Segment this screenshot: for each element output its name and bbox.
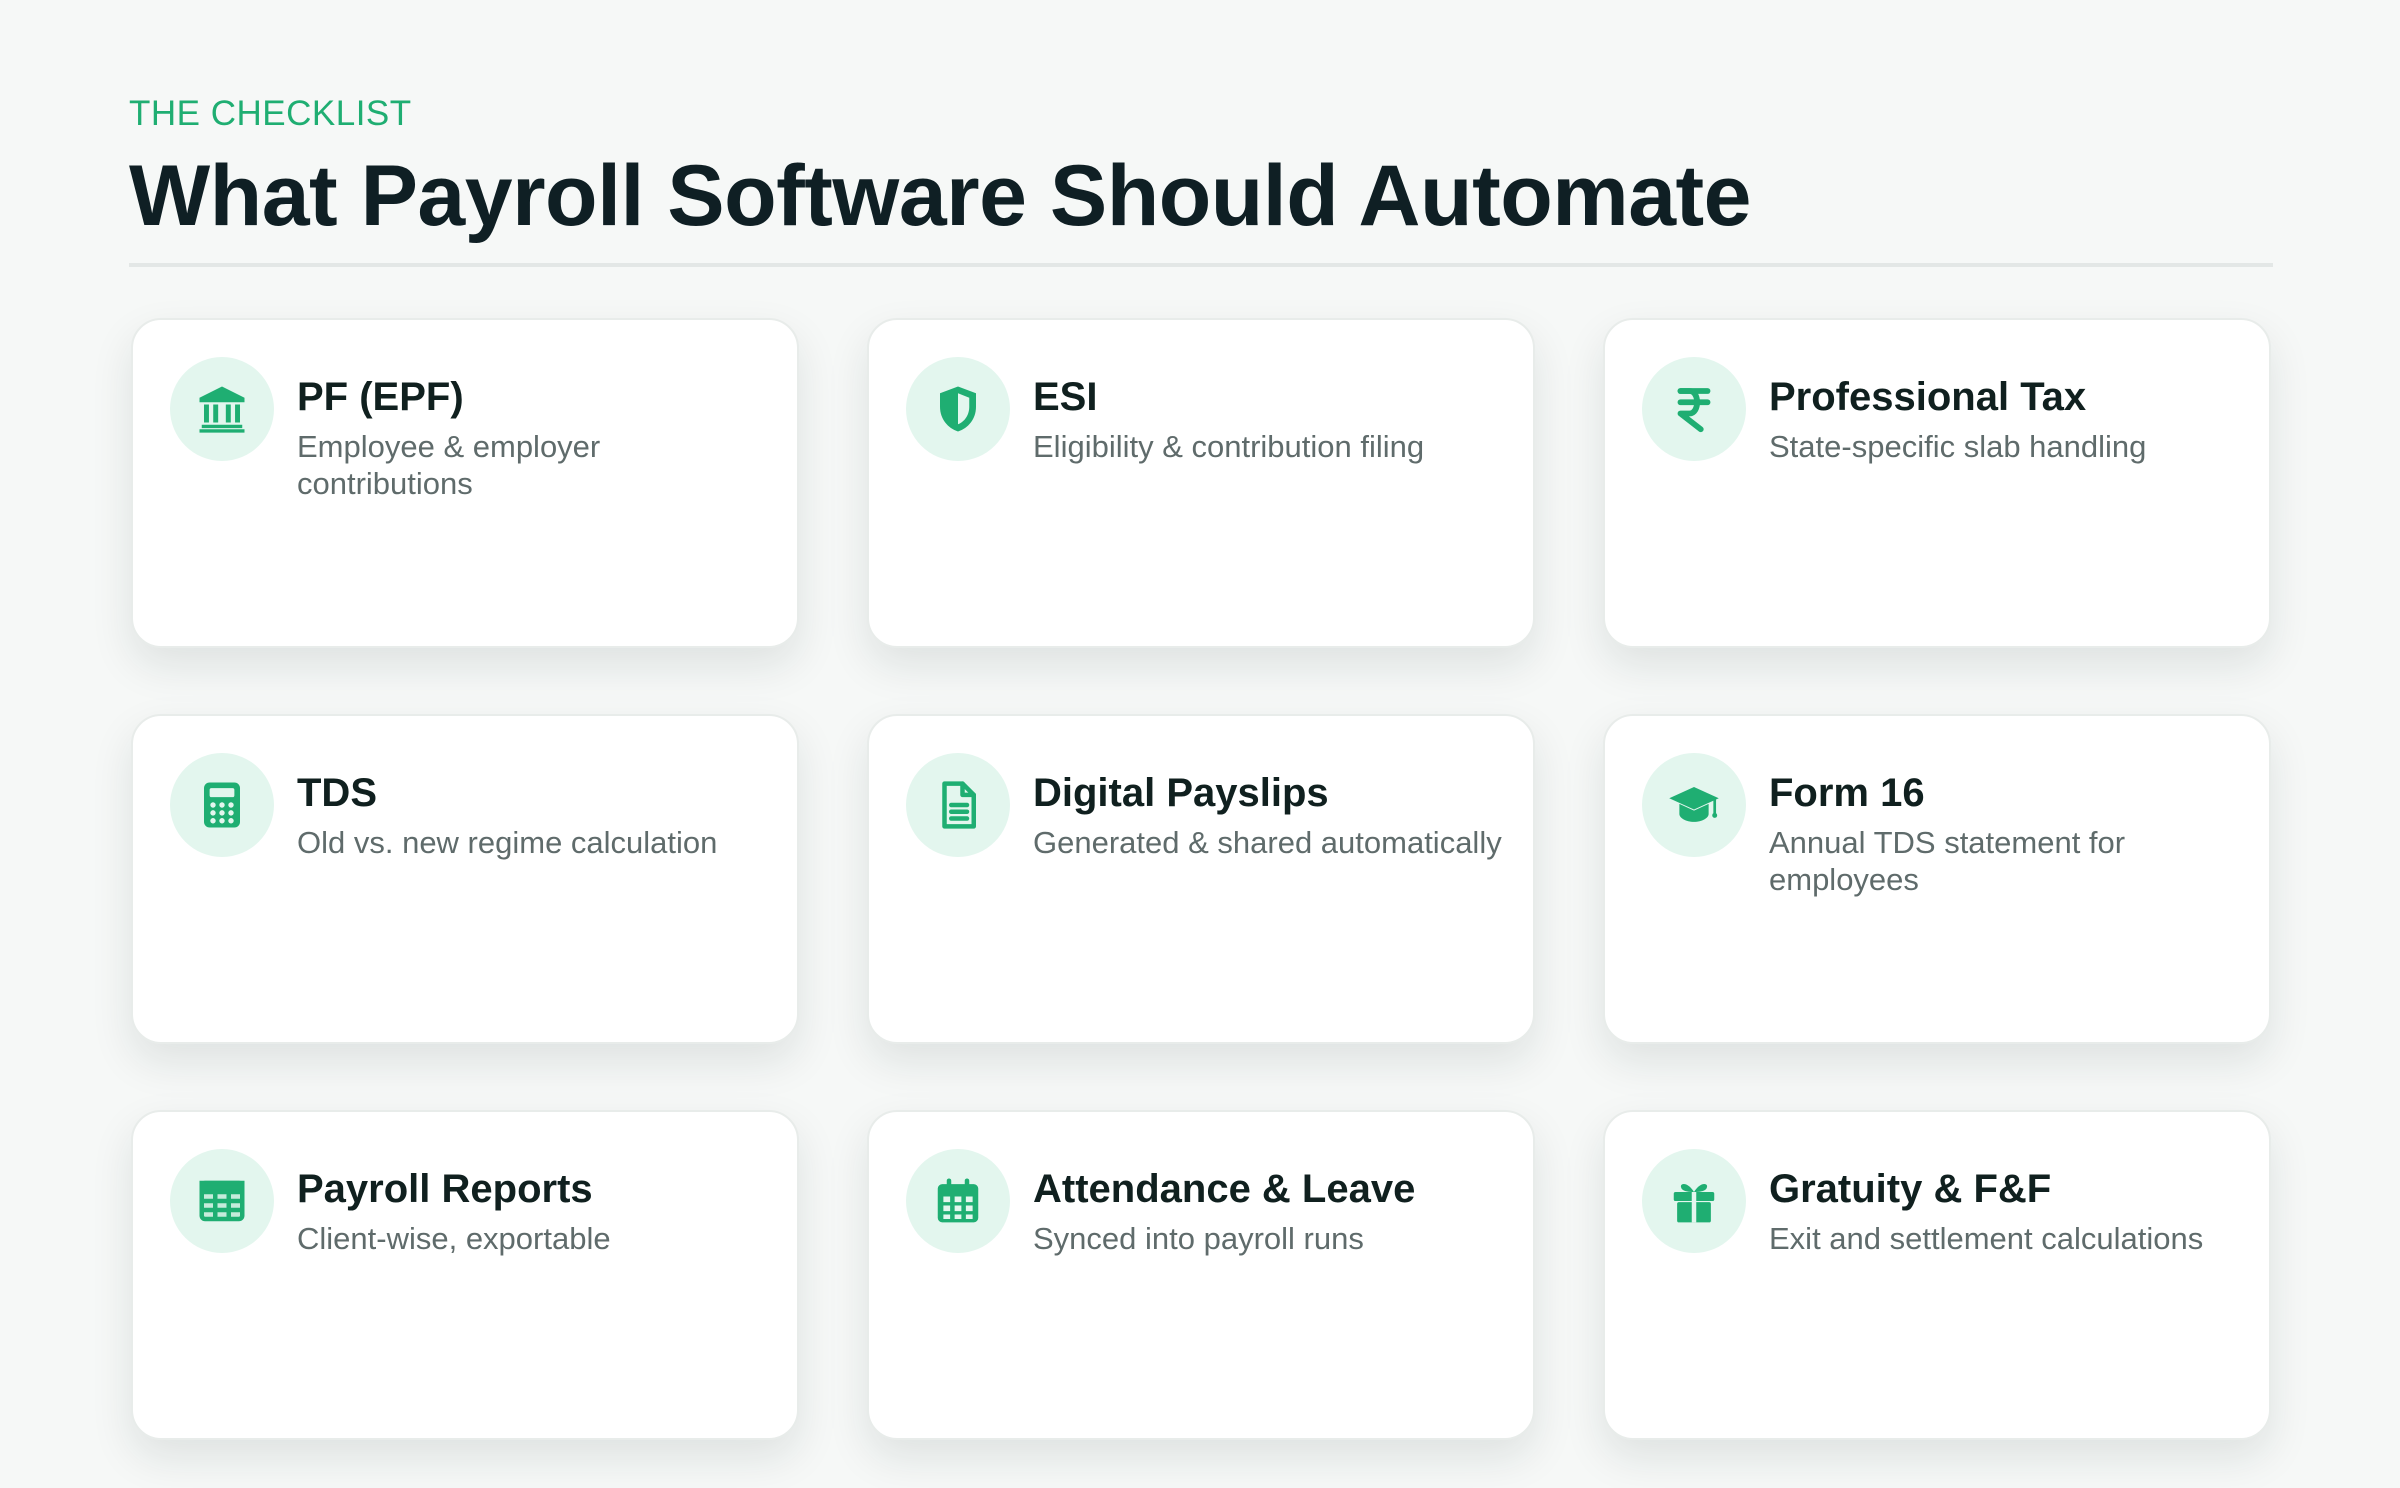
card-title: Gratuity & F&F	[1769, 1167, 2052, 1211]
checklist-grid: PF (EPF) Employee & employer contributio…	[131, 318, 2271, 1440]
checklist-card-payroll-reports: Payroll Reports Client-wise, exportable	[131, 1110, 799, 1440]
header-divider	[129, 263, 2273, 267]
graduation-cap-icon	[1642, 753, 1746, 857]
checklist-card-esi: ESI Eligibility & contribution filing	[867, 318, 1535, 648]
checklist-card-form-16: Form 16 Annual TDS statement for employe…	[1603, 714, 2271, 1044]
rupee-icon	[1642, 357, 1746, 461]
gift-icon	[1642, 1149, 1746, 1253]
page-header: THE CHECKLIST What Payroll Software Shou…	[129, 90, 2273, 246]
page-title: What Payroll Software Should Automate	[129, 148, 1752, 244]
card-description: Synced into payroll runs	[1033, 1221, 1364, 1256]
calendar-icon	[906, 1149, 1010, 1253]
checklist-card-professional-tax: Professional Tax State-specific slab han…	[1603, 318, 2271, 648]
section-eyebrow: THE CHECKLIST	[129, 94, 412, 133]
checklist-card-attendance-leave: Attendance & Leave Synced into payroll r…	[867, 1110, 1535, 1440]
card-title: Digital Payslips	[1033, 771, 1329, 815]
document-icon	[906, 753, 1010, 857]
card-description: Client-wise, exportable	[297, 1221, 611, 1256]
card-title: ESI	[1033, 375, 1098, 419]
checklist-card-gratuity: Gratuity & F&F Exit and settlement calcu…	[1603, 1110, 2271, 1440]
card-description: State-specific slab handling	[1769, 429, 2147, 464]
card-title: Form 16	[1769, 771, 1925, 815]
checklist-card-digital-payslips: Digital Payslips Generated & shared auto…	[867, 714, 1535, 1044]
card-description: Generated & shared automatically	[1033, 825, 1502, 860]
card-description: Eligibility & contribution filing	[1033, 429, 1425, 464]
bank-icon	[170, 357, 274, 461]
checklist-card-pf: PF (EPF) Employee & employer contributio…	[131, 318, 799, 648]
calculator-icon	[170, 753, 274, 857]
card-description: Annual TDS statement for employees	[1769, 825, 2126, 897]
card-description: Old vs. new regime calculation	[297, 825, 718, 860]
checklist-card-tds: TDS Old vs. new regime calculation	[131, 714, 799, 1044]
card-description: Employee & employer contributions	[297, 429, 601, 501]
card-title: Payroll Reports	[297, 1167, 593, 1211]
card-description: Exit and settlement calculations	[1769, 1221, 2204, 1256]
card-title: TDS	[297, 771, 377, 815]
table-icon	[170, 1149, 274, 1253]
card-title: Professional Tax	[1769, 375, 2087, 419]
card-title: PF (EPF)	[297, 375, 464, 419]
shield-icon	[906, 357, 1010, 461]
card-title: Attendance & Leave	[1033, 1167, 1416, 1211]
